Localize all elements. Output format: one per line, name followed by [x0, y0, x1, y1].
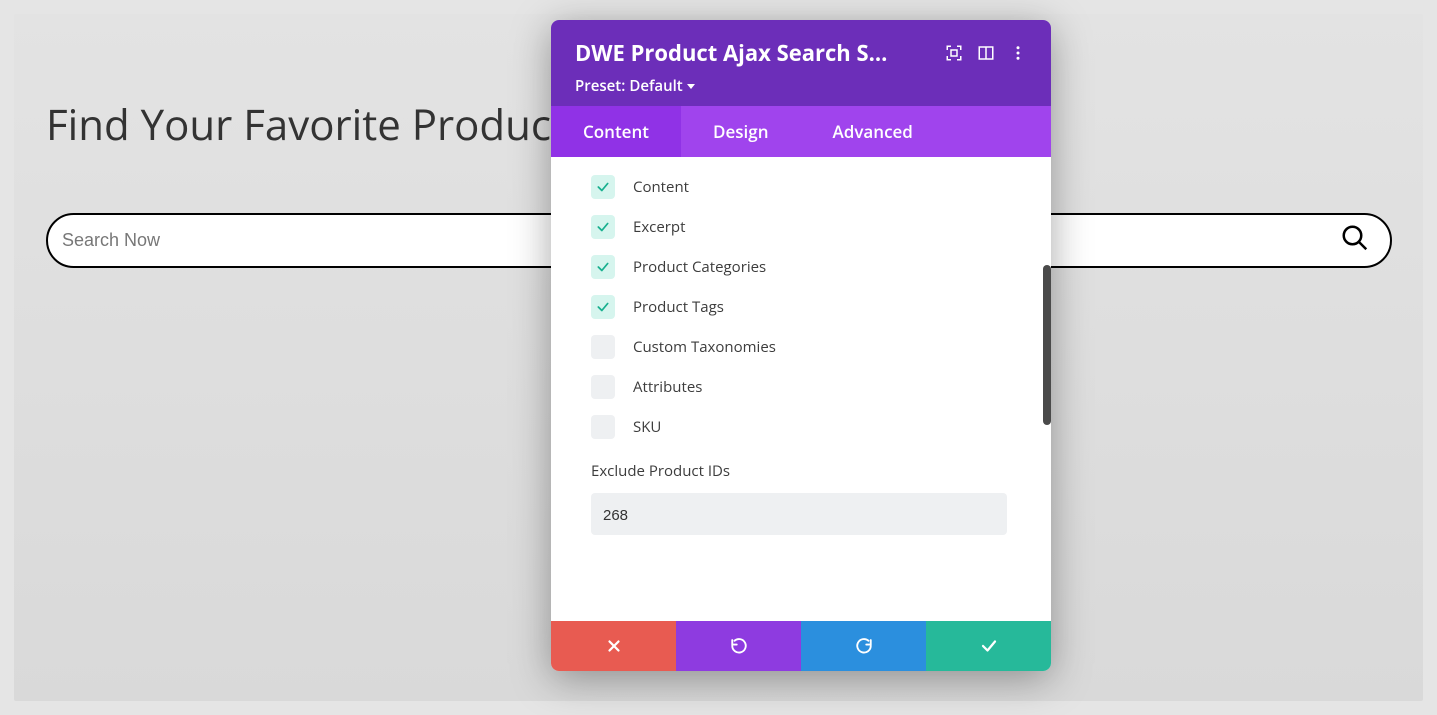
exclude-ids-field-wrap[interactable]	[591, 493, 1007, 535]
modal-header[interactable]: DWE Product Ajax Search S...	[551, 20, 1051, 106]
search-option-label: Product Tags	[633, 297, 724, 317]
checkbox[interactable]	[591, 295, 615, 319]
exclude-ids-input[interactable]	[603, 507, 995, 524]
search-option-label: Excerpt	[633, 217, 685, 237]
checkbox[interactable]	[591, 335, 615, 359]
checkbox[interactable]	[591, 415, 615, 439]
redo-button[interactable]	[801, 621, 926, 671]
chevron-down-icon	[687, 84, 695, 89]
search-option-row: Excerpt	[591, 215, 1027, 239]
scrollbar-thumb[interactable]	[1043, 265, 1051, 425]
checkbox[interactable]	[591, 215, 615, 239]
columns-icon[interactable]	[977, 44, 995, 62]
modal-footer	[551, 621, 1051, 671]
modal-title: DWE Product Ajax Search S...	[575, 38, 931, 68]
exclude-ids-label: Exclude Product IDs	[591, 461, 1027, 481]
modal-body: Content Excerpt Product Categories Product …	[551, 157, 1051, 621]
search-option-label: Attributes	[633, 377, 702, 397]
search-option-label: Content	[633, 177, 689, 197]
settings-modal: DWE Product Ajax Search S...	[551, 20, 1051, 671]
checkbox[interactable]	[591, 175, 615, 199]
expand-icon[interactable]	[945, 44, 963, 62]
search-option-label: Product Categories	[633, 257, 766, 277]
checkbox[interactable]	[591, 375, 615, 399]
search-option-label: SKU	[633, 417, 661, 437]
page-title: Find Your Favorite Products	[46, 96, 586, 153]
modal-tabs: Content Design Advanced	[551, 106, 1051, 157]
search-option-label: Custom Taxonomies	[633, 337, 776, 357]
search-option-row: SKU	[591, 415, 1027, 439]
preset-prefix: Preset:	[575, 76, 625, 96]
more-icon[interactable]	[1009, 44, 1027, 62]
search-option-row: Content	[591, 175, 1027, 199]
tab-content[interactable]: Content	[551, 106, 681, 157]
search-option-row: Product Categories	[591, 255, 1027, 279]
search-icon[interactable]	[1340, 223, 1370, 258]
preset-name: Default	[629, 76, 682, 96]
search-option-row: Attributes	[591, 375, 1027, 399]
search-option-row: Custom Taxonomies	[591, 335, 1027, 359]
undo-button[interactable]	[676, 621, 801, 671]
cancel-button[interactable]	[551, 621, 676, 671]
tab-advanced[interactable]: Advanced	[801, 106, 945, 157]
search-option-row: Product Tags	[591, 295, 1027, 319]
preset-selector[interactable]: Preset: Default	[575, 76, 1027, 96]
checkbox[interactable]	[591, 255, 615, 279]
tab-design[interactable]: Design	[681, 106, 801, 157]
save-button[interactable]	[926, 621, 1051, 671]
